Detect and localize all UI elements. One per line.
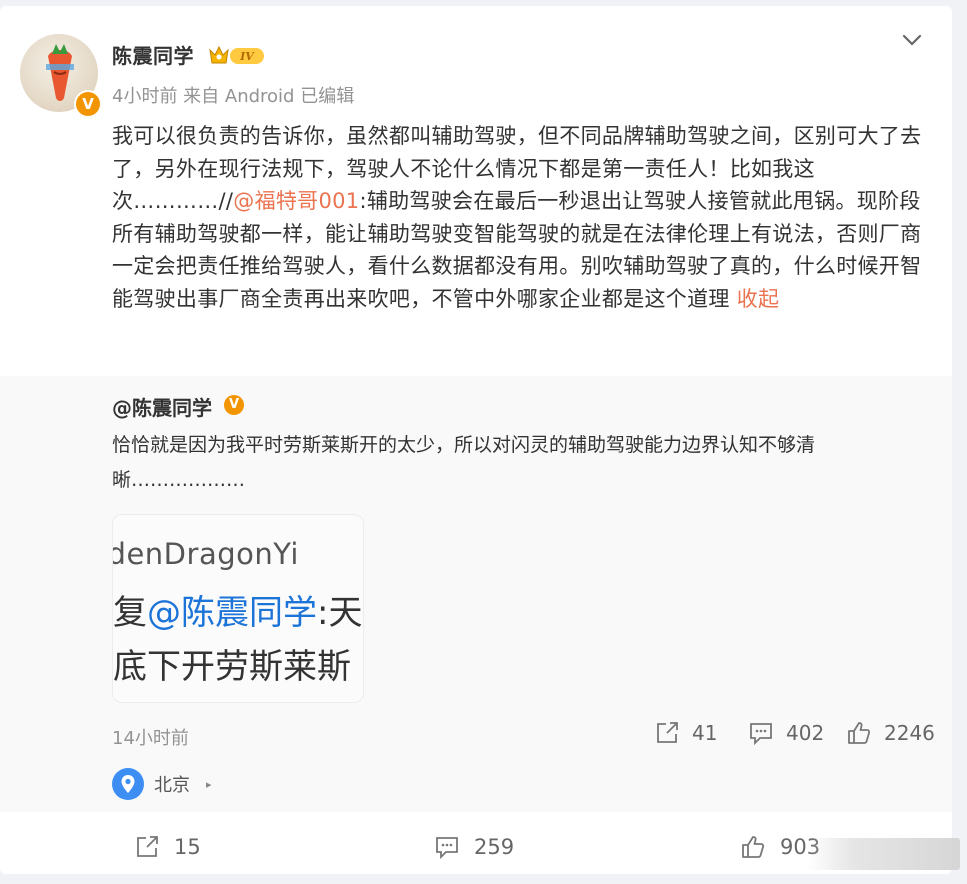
blurred-watermark: [808, 838, 960, 870]
weibo-post-card: V 陈震同学 IV 4小时前 来自 Android 已编辑 我可以很负责的告诉你…: [0, 6, 952, 874]
repost-timestamp[interactable]: 14小时前: [112, 724, 189, 750]
thumbnail-mention: @陈震同学: [147, 593, 317, 633]
level-label: IV: [239, 50, 255, 63]
footer-comment-button[interactable]: 259: [434, 834, 514, 860]
caret-right-icon: ▸: [206, 777, 212, 791]
carrot-avatar-image: [46, 44, 74, 101]
chevron-down-icon[interactable]: [898, 30, 926, 50]
like-count: 2246: [884, 721, 935, 745]
share-icon: [137, 836, 158, 857]
comment-count: 402: [786, 721, 825, 745]
location-pin-icon: [112, 768, 144, 800]
thumbnail-text-line3: 底下开劳斯莱斯: [113, 647, 351, 687]
location-tag[interactable]: 北京 ▸: [112, 768, 212, 800]
repost-username[interactable]: @陈震同学: [112, 392, 212, 421]
post-body: 我可以很负责的告诉你，虽然都叫辅助驾驶，但不同品牌辅助驾驶之间，区别可大了去了，…: [112, 120, 930, 315]
repost-text: 恰恰就是因为我平时劳斯莱斯开的太少，所以对闪灵的辅助驾驶能力边界认知不够清晰………: [112, 434, 816, 491]
comment-icon: [436, 837, 458, 860]
repost-image-thumbnail[interactable]: ldenDragonYi 复@陈震同学:天 底下开劳斯莱斯: [112, 514, 364, 703]
post-meta: 4小时前 来自 Android 已编辑: [112, 86, 355, 107]
thumbnail-text-line2: 复@陈震同学:天: [113, 585, 362, 634]
repost-comment-button[interactable]: 402: [748, 720, 824, 746]
thumbs-up-icon: [742, 836, 765, 858]
repost-block: @陈震同学 V 恰恰就是因为我平时劳斯莱斯开的太少，所以对闪灵的辅助驾驶能力边界…: [0, 376, 952, 812]
thumbnail-suffix: :天: [317, 593, 363, 633]
repost-share-button[interactable]: 41: [654, 720, 717, 746]
verified-v-icon: V: [74, 90, 102, 118]
comment-icon: [750, 723, 772, 746]
crown-level-badge-icon[interactable]: IV: [208, 44, 266, 68]
footer-comment-count: 259: [474, 835, 515, 859]
post-username[interactable]: 陈震同学: [112, 40, 194, 69]
thumbs-up-icon: [848, 722, 871, 744]
footer-share-button[interactable]: 15: [134, 834, 201, 860]
thumbnail-text-line1: ldenDragonYi: [112, 537, 299, 571]
share-icon: [657, 722, 678, 743]
footer-share-count: 15: [174, 835, 201, 859]
location-label: 北京: [154, 775, 190, 796]
verified-v-icon: V: [224, 395, 244, 415]
mention-link[interactable]: @福特哥001: [233, 189, 359, 213]
share-count: 41: [692, 721, 718, 745]
repost-like-button[interactable]: 2246: [846, 720, 935, 746]
thumbnail-prefix: 复: [113, 593, 147, 633]
collapse-link[interactable]: 收起: [737, 287, 780, 311]
